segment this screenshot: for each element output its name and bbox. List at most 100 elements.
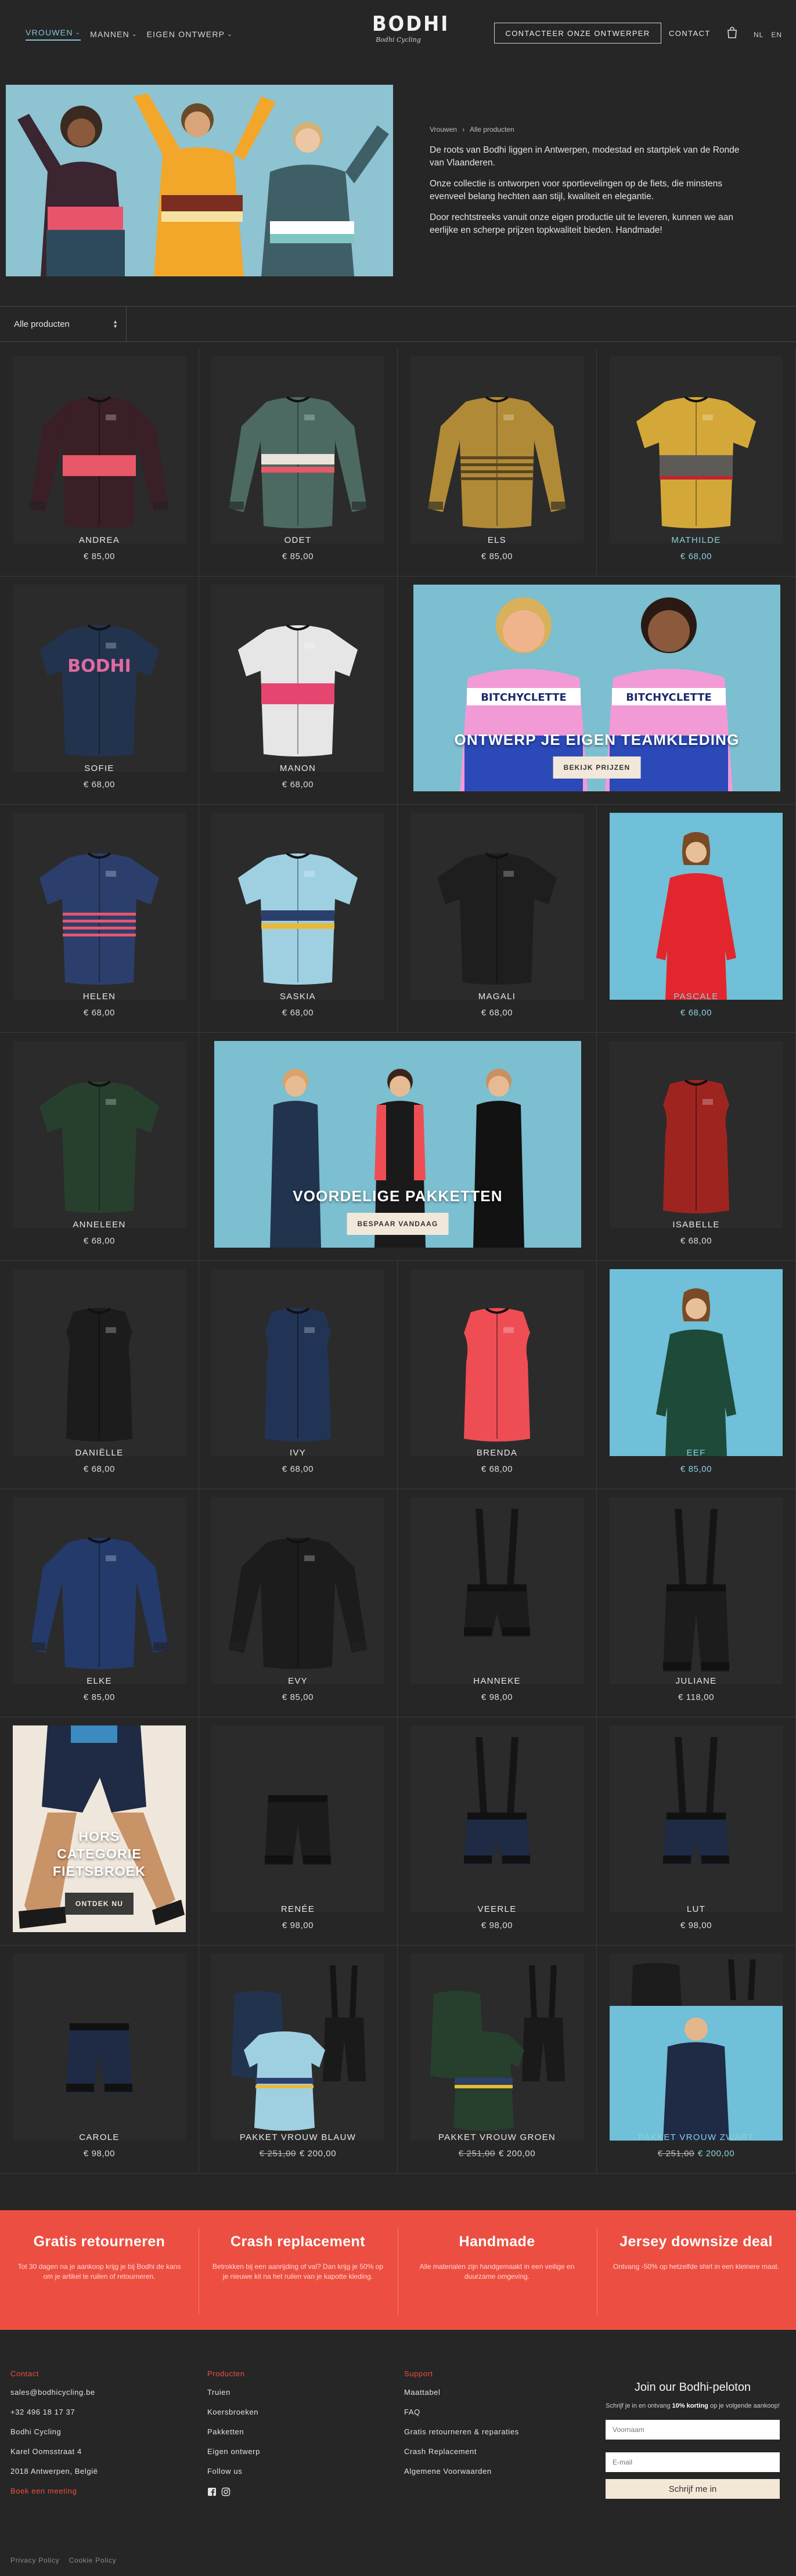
product-name[interactable]: PAKKET VROUW ZWART [597, 2132, 795, 2142]
product-image[interactable] [410, 1497, 584, 1684]
category-select[interactable]: Alle producten ▲ ▼ [0, 307, 127, 341]
product-card[interactable]: MAGALI € 68,00 [398, 805, 597, 1033]
product-image[interactable] [211, 1269, 384, 1456]
product-image[interactable] [211, 1497, 384, 1684]
product-name[interactable]: ELKE [0, 1676, 199, 1686]
product-card[interactable]: VEERLE € 98,00 [398, 1717, 597, 1945]
product-image[interactable] [610, 356, 783, 543]
facebook-icon[interactable] [207, 2487, 217, 2496]
product-name[interactable]: PAKKET VROUW GROEN [398, 2132, 596, 2142]
product-card[interactable]: ANDREA € 85,00 [0, 348, 199, 577]
newsletter-name-input[interactable] [606, 2420, 780, 2440]
product-name[interactable]: LUT [597, 1904, 795, 1914]
footer-link-truien[interactable]: Truien [207, 2388, 260, 2397]
breadcrumb-link-vrouwen[interactable]: Vrouwen [430, 125, 457, 134]
product-name[interactable]: CAROLE [0, 2132, 199, 2142]
product-card[interactable]: EEF € 85,00 [597, 1261, 796, 1489]
product-name[interactable]: RENÉE [199, 1904, 397, 1914]
lang-en[interactable]: EN [771, 31, 782, 39]
logo[interactable]: BODHI Bodhi Cycling [372, 14, 448, 44]
product-image[interactable] [211, 1954, 384, 2141]
product-name[interactable]: IVY [199, 1448, 397, 1458]
lang-nl[interactable]: NL [754, 31, 763, 39]
product-name[interactable]: PASCALE [597, 992, 795, 1001]
product-name[interactable]: EVY [199, 1676, 397, 1686]
product-card[interactable]: HANNEKE € 98,00 [398, 1489, 597, 1717]
product-image[interactable]: BODHI [13, 585, 186, 772]
product-card[interactable]: ELKE € 85,00 [0, 1489, 199, 1717]
product-card[interactable]: ANNELEEN € 68,00 [0, 1033, 199, 1261]
product-name[interactable]: DANIËLLE [0, 1448, 199, 1458]
product-name[interactable]: HANNEKE [398, 1676, 596, 1686]
product-name[interactable]: MAGALI [398, 992, 596, 1001]
contact-link[interactable]: CONTACT [669, 29, 711, 38]
product-card[interactable]: HELEN € 68,00 [0, 805, 199, 1033]
product-image[interactable] [211, 813, 384, 1000]
product-card[interactable]: BRENDA € 68,00 [398, 1261, 597, 1489]
product-image[interactable] [13, 356, 186, 543]
product-name[interactable]: ANNELEEN [0, 1220, 199, 1230]
product-name[interactable]: JULIANE [597, 1676, 795, 1686]
product-image[interactable] [610, 1497, 783, 1684]
product-image[interactable] [610, 1269, 783, 1456]
product-name[interactable]: SASKIA [199, 992, 397, 1001]
newsletter-submit-button[interactable]: Schrijf me in [606, 2479, 780, 2499]
product-name[interactable]: BRENDA [398, 1448, 596, 1458]
product-name[interactable]: ANDREA [0, 535, 199, 545]
privacy-policy-link[interactable]: Privacy Policy [10, 2556, 59, 2564]
product-image[interactable] [13, 1269, 186, 1456]
product-image[interactable] [410, 356, 584, 543]
product-image[interactable] [211, 585, 384, 772]
product-card[interactable]: MATHILDE € 68,00 [597, 348, 796, 577]
product-image[interactable] [211, 1725, 384, 1912]
product-card[interactable]: PASCALE € 68,00 [597, 805, 796, 1033]
product-image[interactable] [410, 813, 584, 1000]
newsletter-email-input[interactable] [606, 2452, 780, 2472]
product-card[interactable]: RENÉE € 98,00 [199, 1717, 398, 1945]
product-name[interactable]: SOFIE [0, 763, 199, 773]
product-card[interactable]: PAKKET VROUW GROEN € 251,00 € 200,00 [398, 1945, 597, 2174]
product-image[interactable] [610, 1725, 783, 1912]
product-name[interactable]: MANON [199, 763, 397, 773]
product-name[interactable]: ELS [398, 535, 596, 545]
nav-item-mannen[interactable]: MANNEN ⌄ [90, 28, 137, 41]
footer-link-crash-replacement[interactable]: Crash Replacement [404, 2448, 519, 2456]
product-image[interactable] [211, 356, 384, 543]
product-name[interactable]: PAKKET VROUW BLAUW [199, 2132, 397, 2142]
packages-banner[interactable]: VOORDELIGE PAKKETTEN BESPAAR VANDAAG [214, 1041, 581, 1248]
product-name[interactable]: VEERLE [398, 1904, 596, 1914]
product-name[interactable]: ISABELLE [597, 1220, 795, 1230]
product-image[interactable] [610, 1041, 783, 1228]
product-image[interactable] [13, 1041, 186, 1228]
product-name[interactable]: ODET [199, 535, 397, 545]
product-card[interactable]: JULIANE € 118,00 [597, 1489, 796, 1717]
product-image[interactable] [410, 1954, 584, 2141]
product-card[interactable]: ELS € 85,00 [398, 348, 597, 577]
product-card[interactable]: EVY € 85,00 [199, 1489, 398, 1717]
footer-link-faq[interactable]: FAQ [404, 2408, 519, 2416]
banner-button[interactable]: ONTDEK NU [64, 1893, 134, 1915]
instagram-icon[interactable] [221, 2487, 230, 2496]
banner-button[interactable]: BEKIJK PRIJZEN [553, 756, 641, 779]
product-image[interactable] [610, 813, 783, 1000]
book-meeting-link[interactable]: Boek een meeting [10, 2487, 98, 2495]
footer-link-terms[interactable]: Algemene Voorwaarden [404, 2467, 519, 2476]
shorts-banner[interactable]: HORS CATEGORIE FIETSBROEK ONTDEK NU [13, 1725, 186, 1932]
product-card[interactable]: CAROLE € 98,00 [0, 1945, 199, 2174]
footer-link-koersbroeken[interactable]: Koersbroeken [207, 2408, 260, 2416]
product-name[interactable]: MATHILDE [597, 535, 795, 545]
footer-email-link[interactable]: sales@bodhicycling.be [10, 2388, 98, 2397]
product-card[interactable]: ISABELLE € 68,00 [597, 1033, 796, 1261]
cookie-policy-link[interactable]: Cookie Policy [69, 2556, 117, 2564]
product-image[interactable] [13, 1954, 186, 2141]
product-card[interactable]: ODET € 85,00 [199, 348, 398, 577]
product-image[interactable] [410, 1269, 584, 1456]
product-card[interactable]: MANON € 68,00 [199, 577, 398, 805]
product-name[interactable]: EEF [597, 1448, 795, 1458]
product-card[interactable]: PAKKET VROUW BLAUW € 251,00 € 200,00 [199, 1945, 398, 2174]
product-image[interactable] [410, 1725, 584, 1912]
nav-item-vrouwen[interactable]: VROUWEN ⌄ [26, 28, 81, 41]
contact-designer-button[interactable]: CONTACTEER ONZE ONTWERPER [494, 23, 661, 44]
product-image[interactable] [610, 1954, 783, 2141]
footer-link-eigen-ontwerp[interactable]: Eigen ontwerp [207, 2448, 260, 2456]
